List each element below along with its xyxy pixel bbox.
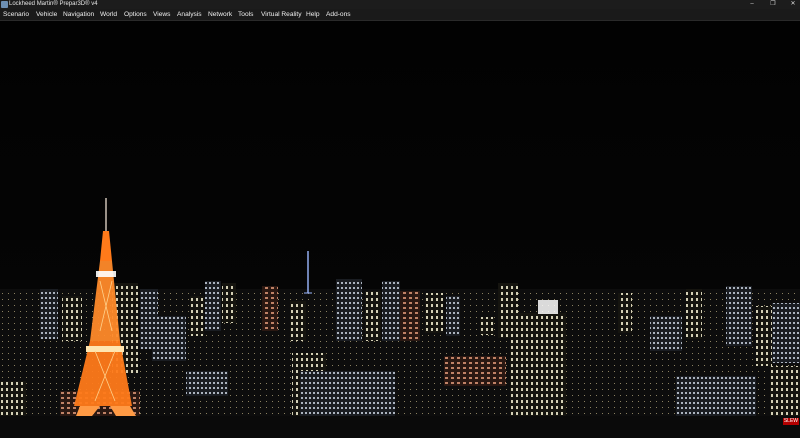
- menu-vehicle[interactable]: Vehicle: [36, 9, 57, 20]
- foreground-ground: [0, 416, 800, 438]
- menu-virtual-reality[interactable]: Virtual Reality: [261, 9, 302, 20]
- simulator-viewport[interactable]: SLEW: [0, 21, 800, 438]
- menu-views[interactable]: Views: [153, 9, 170, 20]
- menu-scenario[interactable]: Scenario: [3, 9, 29, 20]
- menu-analysis[interactable]: Analysis: [177, 9, 202, 20]
- night-city-scene: [0, 21, 800, 438]
- menu-navigation[interactable]: Navigation: [63, 9, 94, 20]
- close-button[interactable]: ✕: [786, 0, 800, 9]
- menu-network[interactable]: Network: [208, 9, 232, 20]
- menu-options[interactable]: Options: [124, 9, 147, 20]
- menu-add-ons[interactable]: Add-ons: [326, 9, 351, 20]
- menu-bar: Scenario Vehicle Navigation World Option…: [0, 9, 800, 21]
- minimize-button[interactable]: –: [745, 0, 759, 9]
- app-icon[interactable]: [1, 1, 8, 8]
- menu-world[interactable]: World: [100, 9, 117, 20]
- title-bar: Lockheed Martin® Prepar3D® v4 – ❐ ✕: [0, 0, 800, 9]
- window-title: Lockheed Martin® Prepar3D® v4: [9, 1, 98, 7]
- slew-mode-badge: SLEW: [782, 418, 799, 425]
- maximize-button[interactable]: ❐: [766, 0, 780, 9]
- menu-tools[interactable]: Tools: [238, 9, 253, 20]
- menu-help[interactable]: Help: [306, 9, 320, 20]
